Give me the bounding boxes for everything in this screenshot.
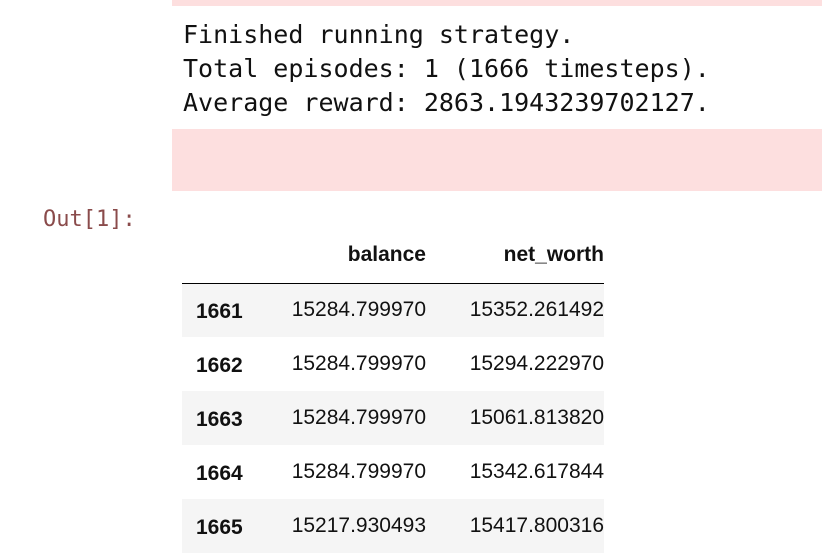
cell-net-worth: 15061.813820: [469, 406, 604, 429]
cell-balance: 15284.799970: [291, 352, 426, 375]
stderr-line-average-reward: Average reward: 2863.1943239702127.: [183, 88, 710, 117]
table-row: 1664 15284.799970 15342.617844: [182, 445, 604, 499]
table-row: 1665 15217.930493 15417.800316: [182, 499, 604, 553]
cell-balance: 15217.930493: [291, 514, 426, 537]
stderr-line-total-episodes: Total episodes: 1 (1666 timesteps).: [183, 54, 710, 83]
cell-balance: 15284.799970: [291, 298, 426, 322]
index-header: [182, 228, 256, 284]
row-index: 1664: [196, 462, 243, 485]
table-row: 1662 15284.799970 15294.222970: [182, 337, 604, 391]
table-header-row: balance net_worth: [182, 228, 604, 284]
cell-balance: 15284.799970: [291, 406, 426, 429]
row-index: 1665: [196, 516, 243, 539]
column-header-net-worth: net_worth: [426, 228, 604, 284]
cell-net-worth: 15294.222970: [469, 352, 604, 375]
cell-net-worth: 15342.617844: [469, 460, 604, 483]
table-row: 1663 15284.799970 15061.813820: [182, 391, 604, 445]
cell-net-worth: 15417.800316: [469, 514, 604, 537]
stderr-text-block: Finished running strategy. Total episode…: [172, 6, 822, 129]
cell-net-worth: 15352.261492: [469, 298, 604, 322]
cell-balance: 15284.799970: [291, 460, 426, 483]
row-index: 1661: [196, 300, 243, 324]
table-row: 1661 15284.799970 15352.261492: [182, 283, 604, 337]
stderr-line-finished: Finished running strategy.: [183, 20, 575, 49]
row-index: 1663: [196, 408, 243, 431]
output-prompt: Out[1]:: [43, 207, 136, 232]
dataframe-table: balance net_worth 1661 15284.799970 1535…: [182, 228, 604, 553]
column-header-balance: balance: [256, 228, 426, 284]
stderr-output-area: Finished running strategy. Total episode…: [172, 0, 822, 191]
row-index: 1662: [196, 354, 243, 377]
